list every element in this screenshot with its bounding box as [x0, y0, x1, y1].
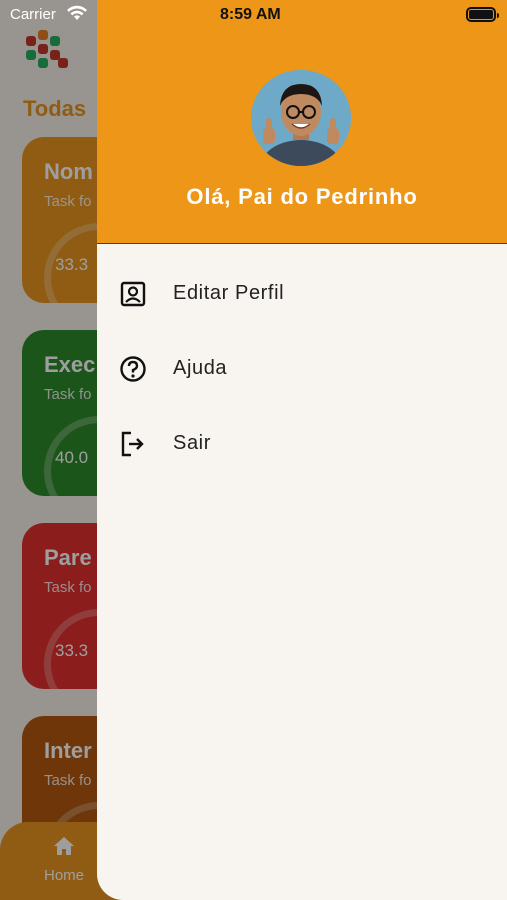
child-photo: [251, 70, 351, 166]
drawer-header: Olá, Pai do Pedrinho: [97, 0, 507, 244]
status-bar: Carrier 8:59 AM: [0, 0, 507, 30]
menu-item-label: Editar Perfil: [173, 282, 285, 304]
logout-icon: [121, 431, 144, 457]
menu-item-help[interactable]: Ajuda: [97, 339, 507, 399]
greeting-text: Olá, Pai do Pedrinho: [186, 184, 418, 209]
help-icon: [120, 356, 146, 382]
avatar: [251, 70, 351, 166]
carrier-label: Carrier: [10, 6, 56, 23]
profile-icon: [120, 281, 146, 307]
wifi-icon: [67, 5, 87, 20]
menu-item-label: Ajuda: [173, 357, 228, 379]
navigation-drawer: Olá, Pai do Pedrinho Editar Perfil Ajuda…: [97, 0, 507, 900]
menu-item-edit-profile[interactable]: Editar Perfil: [97, 264, 507, 324]
status-time: 8:59 AM: [220, 6, 281, 23]
menu-item-logout[interactable]: Sair: [97, 414, 507, 474]
menu-item-label: Sair: [173, 432, 211, 454]
battery-icon: [466, 7, 499, 22]
